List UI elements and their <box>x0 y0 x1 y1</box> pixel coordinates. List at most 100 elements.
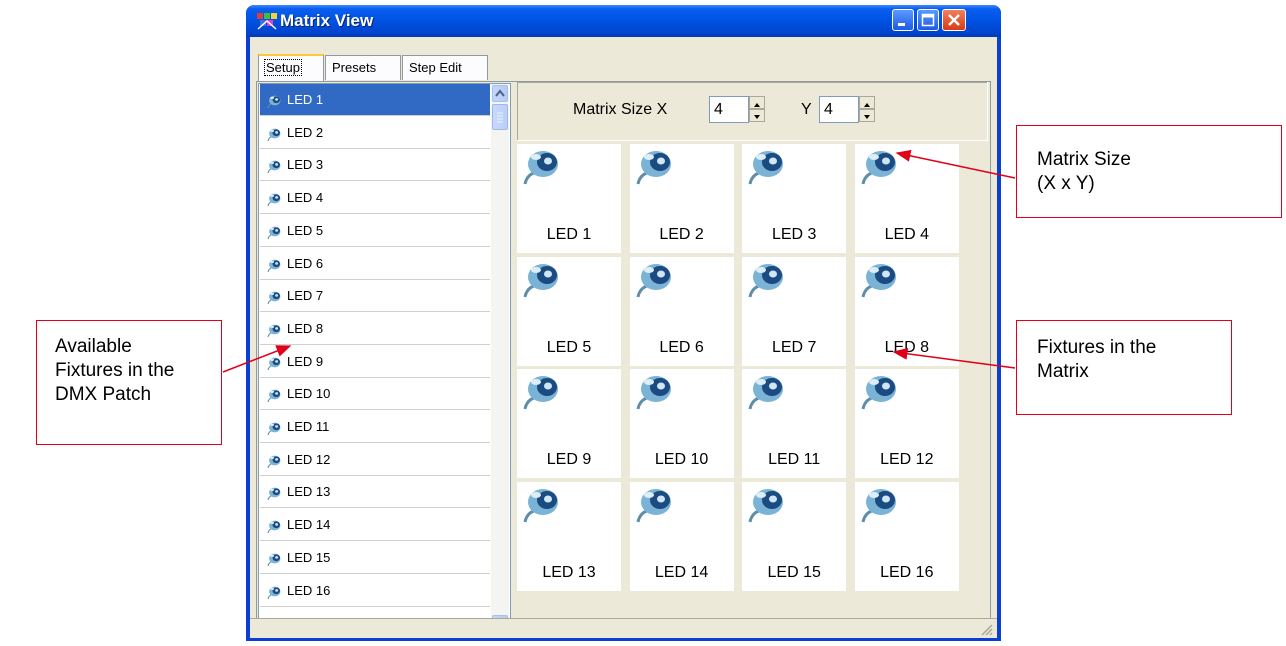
tab-label: Setup <box>264 59 302 76</box>
x-decrement-button[interactable] <box>749 109 765 122</box>
fixture-list[interactable]: LED 1 LED 2 LED 3 LED 4 LED 5 LED 6 LED … <box>258 83 511 635</box>
matrix-cell[interactable]: LED 12 <box>854 369 959 478</box>
spotlight-fixture-icon <box>264 451 284 469</box>
setup-panel: LED 1 LED 2 LED 3 LED 4 LED 5 LED 6 LED … <box>256 81 991 636</box>
resize-grip-icon[interactable] <box>979 622 993 636</box>
fixture-list-item-label: LED 12 <box>287 451 331 467</box>
list-scrollbar[interactable] <box>491 84 509 634</box>
matrix-cell[interactable]: LED 11 <box>742 369 847 478</box>
callout-fixtures-in-matrix: Fixtures in the Matrix <box>1016 320 1232 415</box>
fixture-list-item[interactable]: LED 6 <box>260 248 490 280</box>
fixture-list-item[interactable]: LED 16 <box>260 575 490 607</box>
spotlight-fixture-icon <box>523 376 558 410</box>
matrix-cell-label: LED 9 <box>546 451 592 468</box>
spotlight-fixture-icon <box>630 144 678 192</box>
matrix-size-bar: Matrix Size X 4 Y 4 <box>517 82 988 141</box>
spotlight-fixture-icon <box>861 488 896 522</box>
spotlight-fixture-icon <box>742 369 790 417</box>
matrix-cell[interactable]: LED 5 <box>517 256 621 366</box>
spotlight-fixture-icon <box>264 156 284 174</box>
matrix-cell[interactable]: LED 10 <box>629 369 734 478</box>
title-bar[interactable]: Matrix View <box>246 5 1001 37</box>
matrix-cell[interactable]: LED 16 <box>854 481 959 591</box>
fixture-list-item[interactable]: LED 2 <box>260 117 490 149</box>
callout-line: DMX Patch <box>55 384 152 405</box>
spotlight-fixture-icon <box>264 418 284 436</box>
spotlight-fixture-icon <box>636 376 671 410</box>
matrix-size-y-stepper[interactable] <box>859 96 875 123</box>
maximize-button[interactable] <box>917 9 939 31</box>
fixture-list-item-label: LED 11 <box>287 419 330 434</box>
spotlight-fixture-icon <box>264 385 284 403</box>
spotlight-fixture-icon <box>855 482 903 530</box>
minimize-button[interactable] <box>892 9 914 31</box>
matrix-cell-label: LED 2 <box>659 226 704 243</box>
fixture-list-item[interactable]: LED 12 <box>260 444 490 476</box>
fixture-list-item-label: LED 13 <box>287 484 331 500</box>
spotlight-fixture-icon <box>264 353 284 371</box>
y-decrement-button[interactable] <box>859 109 875 122</box>
spotlight-fixture-icon <box>861 263 896 297</box>
spotlight-fixture-icon <box>861 151 896 185</box>
spotlight-fixture-icon <box>523 151 558 185</box>
spotlight-fixture-icon <box>267 193 281 207</box>
fixture-list-item-label: LED 6 <box>287 255 324 271</box>
chevron-up-icon <box>495 89 505 97</box>
tab-setup[interactable]: Setup <box>258 54 324 81</box>
matrix-cell[interactable]: LED 7 <box>742 256 847 366</box>
fixture-list-item-label: LED 4 <box>287 190 324 206</box>
matrix-size-x-label: Matrix Size X <box>573 101 668 118</box>
matrix-cell[interactable]: LED 14 <box>629 481 734 591</box>
fixture-list-item[interactable]: LED 15 <box>260 542 490 574</box>
y-increment-button[interactable] <box>859 96 875 109</box>
spotlight-fixture-icon <box>264 189 284 207</box>
callout-line: Matrix <box>1037 361 1089 382</box>
matrix-cell-label: LED 3 <box>771 226 817 243</box>
matrix-cell[interactable]: LED 4 <box>854 144 959 253</box>
matrix-cell[interactable]: LED 3 <box>742 144 847 253</box>
matrix-cell[interactable]: LED 1 <box>517 144 621 253</box>
fixture-list-item[interactable]: LED 11 <box>260 411 490 443</box>
x-increment-button[interactable] <box>749 96 765 109</box>
spotlight-fixture-icon <box>517 144 565 192</box>
fixture-list-item[interactable]: LED 7 <box>260 280 490 313</box>
fixture-list-item-label: LED 3 <box>287 157 324 173</box>
matrix-cell[interactable]: LED 8 <box>854 256 959 366</box>
matrix-cell[interactable]: LED 2 <box>629 144 734 253</box>
scroll-up-button[interactable] <box>492 85 508 102</box>
fixture-list-item[interactable]: LED 1 <box>260 84 490 116</box>
matrix-cell[interactable]: LED 13 <box>517 481 621 591</box>
fixture-list-item[interactable]: LED 14 <box>260 509 490 542</box>
matrix-cell[interactable]: LED 6 <box>629 256 734 366</box>
scroll-thumb[interactable] <box>492 104 508 130</box>
matrix-cell[interactable]: LED 9 <box>517 369 621 478</box>
matrix-cell-label: LED 7 <box>771 338 817 356</box>
matrix-size-x-input[interactable]: 4 <box>709 96 749 123</box>
matrix-view-window: Matrix View Setup Presets Step Edit LED … <box>246 5 1001 641</box>
close-button[interactable] <box>942 9 966 31</box>
matrix-cell-label: LED 4 <box>884 226 930 243</box>
fixture-list-item-label: LED 15 <box>287 549 331 565</box>
tab-presets[interactable]: Presets <box>325 55 401 80</box>
fixture-list-item[interactable]: LED 9 <box>260 346 490 378</box>
fixture-list-item-label: LED 9 <box>287 353 324 369</box>
fixture-list-item[interactable]: LED 3 <box>260 149 490 182</box>
spotlight-fixture-icon <box>742 144 790 192</box>
spotlight-fixture-icon <box>267 488 281 501</box>
fixture-list-item-label: LED 10 <box>287 386 331 402</box>
matrix-cell[interactable]: LED 15 <box>742 481 847 591</box>
matrix-area: Matrix Size X 4 Y 4 LED 1 LED 2 LED 3 LE… <box>517 82 990 635</box>
tab-step-edit[interactable]: Step Edit <box>402 55 488 80</box>
fixture-list-item[interactable]: LED 10 <box>260 378 490 411</box>
spotlight-fixture-icon <box>748 376 784 410</box>
fixture-list-item-label: LED 14 <box>287 517 331 533</box>
arrow-down-icon <box>754 115 760 119</box>
fixture-list-item[interactable]: LED 8 <box>260 313 490 345</box>
fixture-list-item[interactable]: LED 5 <box>260 215 490 247</box>
matrix-size-x-stepper[interactable] <box>749 96 765 123</box>
matrix-size-y-input[interactable]: 4 <box>819 96 859 123</box>
fixture-list-item[interactable]: LED 13 <box>260 476 490 509</box>
spotlight-fixture-icon <box>267 422 281 436</box>
fixture-list-item[interactable]: LED 4 <box>260 182 490 215</box>
tab-label: Presets <box>332 60 377 75</box>
